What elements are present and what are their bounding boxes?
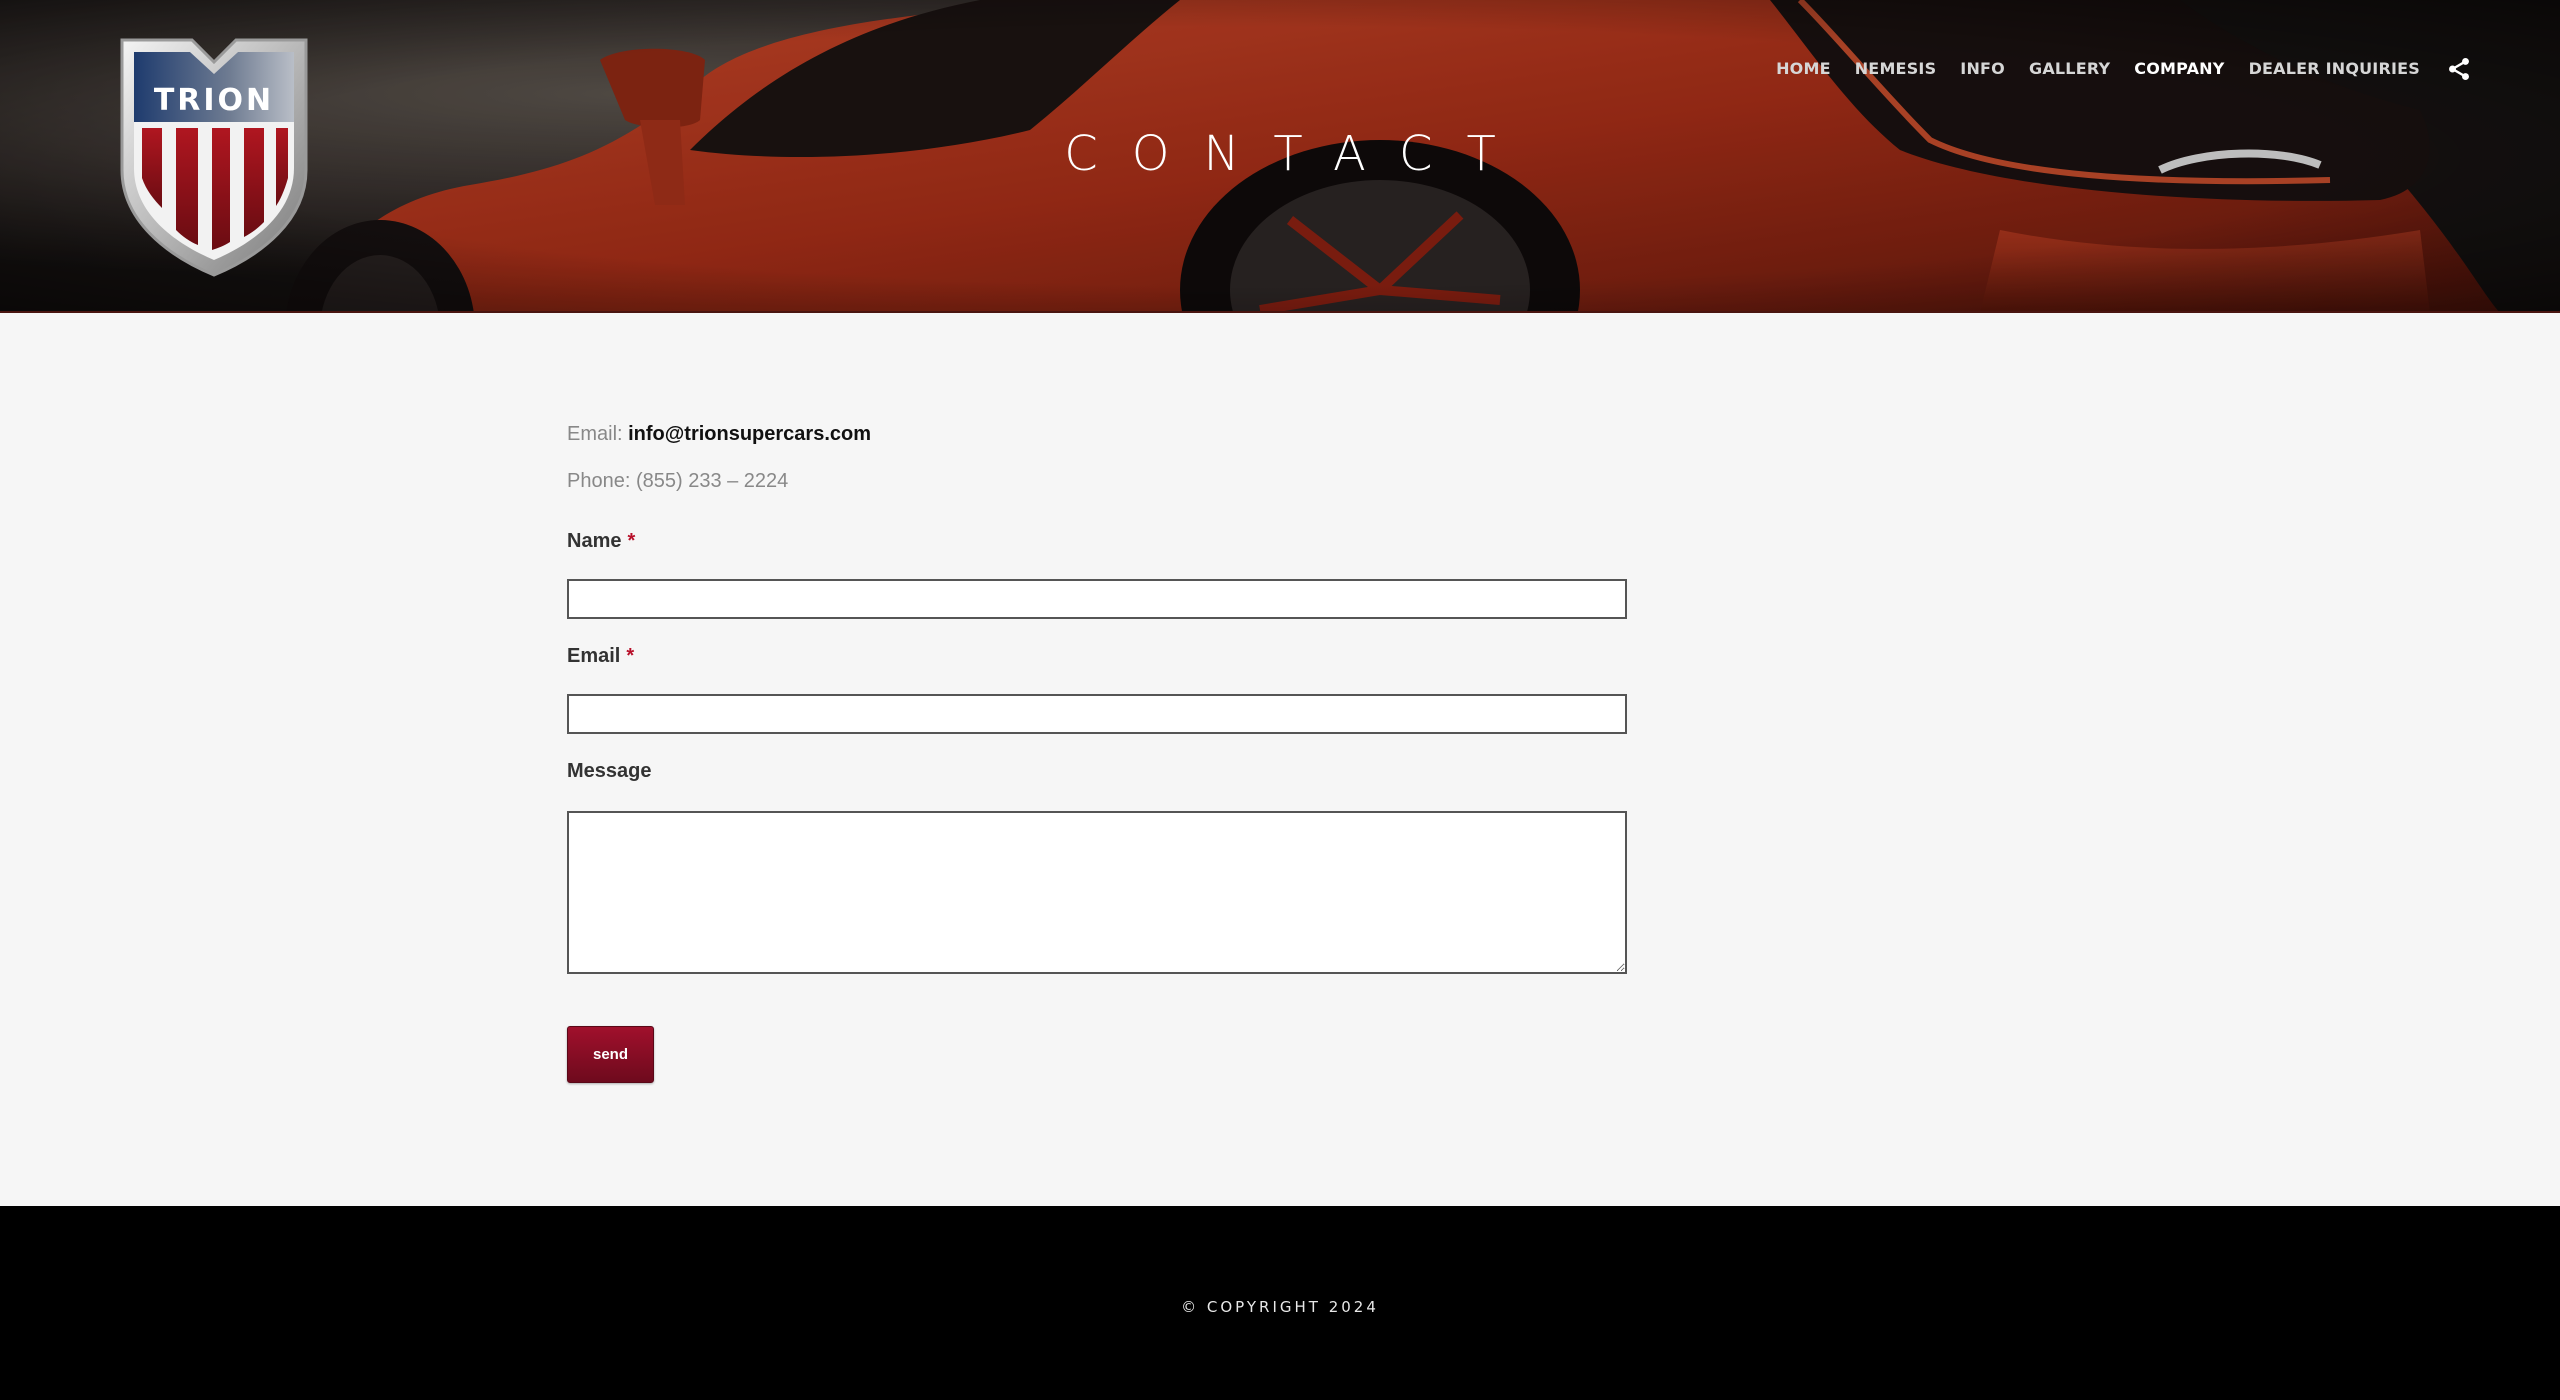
copyright-text: © COPYRIGHT 2024 [1181, 1298, 1379, 1316]
name-label: Name * [567, 527, 1627, 555]
message-label: Message [567, 760, 652, 782]
name-label-text: Name [567, 530, 622, 552]
contact-form: Name * Email * Message send [567, 527, 1627, 1083]
name-input[interactable] [567, 579, 1627, 619]
nav-info[interactable]: INFO [1948, 56, 2017, 82]
contact-section: Email: info@trionsupercars.com Phone: (8… [567, 420, 1627, 1083]
nav-dealer-inquiries[interactable]: DEALER INQUIRIES [2237, 56, 2432, 82]
logo-wordmark: TRION [154, 83, 274, 118]
footer: © COPYRIGHT 2024 [0, 1206, 2560, 1400]
page-title: CONTACT [1064, 126, 1530, 182]
nav-company[interactable]: COMPANY [2122, 56, 2236, 82]
nav-gallery[interactable]: GALLERY [2017, 56, 2122, 82]
email-prefix: Email: [567, 423, 629, 445]
email-input[interactable] [567, 694, 1627, 734]
hero-header: TRION CONTACT HOME NEMESIS INFO GALLERY … [0, 0, 2560, 313]
message-textarea[interactable] [567, 811, 1627, 974]
email-label-text: Email [567, 645, 621, 667]
share-icon[interactable] [2446, 56, 2472, 82]
nav-home[interactable]: HOME [1764, 56, 1843, 82]
nav-nemesis[interactable]: NEMESIS [1843, 56, 1949, 82]
contact-phone: Phone: (855) 233 – 2224 [567, 470, 789, 492]
required-marker: * [626, 645, 635, 667]
contact-email-line: Email: info@trionsupercars.com [567, 420, 1627, 448]
required-marker: * [627, 530, 636, 552]
send-button[interactable]: send [567, 1026, 654, 1083]
main-navigation: HOME NEMESIS INFO GALLERY COMPANY DEALER… [1764, 56, 2472, 82]
contact-email-link[interactable]: info@trionsupercars.com [628, 423, 871, 445]
email-label: Email * [567, 642, 1627, 670]
